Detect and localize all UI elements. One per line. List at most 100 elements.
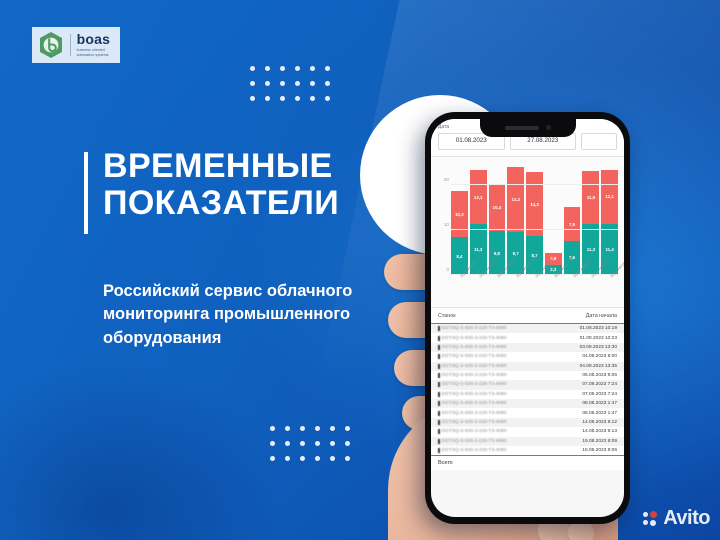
dot — [310, 81, 315, 86]
logo-divider — [70, 34, 71, 56]
table-row[interactable]: DGTSQ-S-500-3-220-T3-4090 14.08.2023 8:12 — [431, 417, 624, 428]
table-cell-start-date: 14.08.2023 8:13 — [582, 429, 617, 435]
poster-canvas: boas business oriented automation system… — [0, 0, 720, 540]
dot — [270, 441, 275, 446]
dot — [285, 426, 290, 431]
table-cell-machine: DGTSQ-S-500-3-220-T3-4090 — [438, 363, 507, 369]
front-camera-icon — [545, 125, 551, 130]
data-table: Станок Дата начала DGTSQ-S-500-3-220-T3-… — [431, 307, 624, 471]
table-cell-machine: DGTSQ-S-500-3-220-T3-4090 — [438, 429, 506, 435]
table-row[interactable]: DGTSQ-S-500-3-220-T3-4090 07.08.2023 7:24 — [431, 380, 624, 390]
table-cell-machine: DGTSQ-S-500-3-220-T3-4090 — [438, 438, 507, 444]
dot — [325, 81, 330, 86]
earpiece-speaker — [504, 125, 539, 130]
table-row[interactable]: DGTSQ-S-500-3-220-T3-4090 08.08.2023 1:47 — [431, 399, 624, 409]
dot — [280, 96, 285, 101]
machine-label: DGTSQ-S-500-3-220-T3-4090 — [441, 326, 507, 332]
logo-tagline: business oriented automation systems — [76, 47, 109, 57]
table-cell-machine: DGTSQ-S-500-3-220-T3-4090 — [438, 410, 507, 416]
table-cell-machine: DGTSQ-S-500-3-220-T3-4090 — [438, 373, 507, 379]
table-cell-machine: DGTSQ-S-500-3-220-T3-4090 — [438, 448, 506, 454]
chart-bar-column[interactable]: 10,3 8,4 — [451, 163, 468, 275]
avito-label: Avito — [663, 507, 710, 529]
table-cell-start-date: 15.08.2023 8:06 — [582, 448, 617, 454]
table-row[interactable]: DGTSQ-S-500-3-220-T3-4090 05.08.2023 8:06 — [431, 371, 624, 380]
table-row[interactable]: DGTSQ-S-500-3-220-T3-4090 15.08.2023 8:06 — [431, 446, 624, 455]
machine-label: DGTSQ-S-500-3-220-T3-4090 — [441, 363, 507, 369]
dot — [310, 66, 315, 71]
table-row[interactable]: DGTSQ-S-500-3-220-T3-4090 03.08.2023 13:3… — [431, 342, 624, 353]
table-row[interactable]: DGTSQ-S-500-3-220-T3-4090 01.08.2023 10:2… — [431, 333, 624, 342]
table-cell-start-date: 07.08.2023 7:24 — [582, 391, 617, 397]
chart-y-tick: 20 — [443, 177, 449, 183]
dot — [300, 426, 305, 431]
chart-y-tick: 10 — [443, 222, 449, 228]
dot — [270, 426, 275, 431]
machine-marker-icon — [438, 354, 440, 360]
machine-label: DGTSQ-S-500-3-220-T3-4090 — [441, 401, 507, 407]
table-cell-start-date: 03.08.2023 13:30 — [579, 344, 617, 350]
machine-label: DGTSQ-S-500-3-220-T3-4090 — [441, 354, 507, 360]
chart-bar-segment-red: 14,3 — [507, 167, 525, 232]
brand-logo: boas business oriented automation system… — [32, 27, 120, 63]
table-row[interactable]: DGTSQ-S-500-3-220-T3-4090 15.08.2023 8:09 — [431, 436, 624, 446]
table-row[interactable]: DGTSQ-S-500-3-220-T3-4090 04.08.2023 8:00 — [431, 352, 624, 361]
table-cell-start-date: 04.08.2023 8:00 — [582, 354, 617, 360]
table-row[interactable]: DGTSQ-S-500-3-220-T3-4090 07.08.2023 7:24 — [431, 390, 624, 399]
chart-bar-segment-red: 10,4 — [488, 184, 506, 232]
chart-bar-column[interactable]: 2,6 2,3 — [544, 163, 562, 275]
machine-marker-icon — [438, 335, 440, 341]
machine-label: DGTSQ-S-500-3-220-T3-4090 — [441, 419, 507, 425]
machine-label: DGTSQ-S-500-3-220-T3-4090 — [441, 391, 507, 397]
phone-device: Дата 01.08.2023 27.08.2023 10,3 8,4 12,1 11… — [425, 112, 630, 524]
table-cell-start-date: 05.08.2023 8:06 — [582, 373, 617, 379]
dot — [285, 456, 290, 461]
chart-bar-segment-red: 12,1 — [601, 169, 619, 224]
table-row[interactable]: DGTSQ-S-500-3-220-T3-4090 14.08.2023 8:13 — [431, 427, 624, 436]
page-title: ВРЕМЕННЫЕ ПОКАЗАТЕЛИ — [103, 148, 413, 221]
machine-label: DGTSQ-S-500-3-220-T3-4090 — [441, 335, 507, 341]
table-cell-start-date: 04.08.2023 13:35 — [579, 363, 617, 369]
dot — [250, 96, 255, 101]
table-row[interactable]: DGTSQ-S-500-3-220-T3-4090 01.08.2023 10:1… — [431, 324, 624, 334]
column-header-start-date: Дата начала — [585, 313, 617, 319]
table-header-row: Станок Дата начала — [431, 308, 624, 324]
phone-notch — [479, 119, 576, 137]
chart-x-axis-labels: 2023 Август 1 2023 Август 2 2023 Август 32… — [451, 257, 624, 309]
table-cell-machine: DGTSQ-S-500-3-220-T3-4090 — [438, 335, 507, 341]
machine-marker-icon — [438, 326, 440, 332]
background-corner-shade — [0, 360, 280, 540]
machine-marker-icon — [438, 373, 440, 379]
table-cell-start-date: 14.08.2023 8:12 — [582, 419, 617, 425]
machine-marker-icon — [438, 382, 440, 388]
dot — [295, 96, 300, 101]
chart-gridline — [451, 229, 618, 231]
headline-rule — [84, 152, 88, 234]
chart-bar-segment-red: 10,3 — [451, 191, 468, 238]
table-row[interactable]: DGTSQ-S-500-3-220-T3-4090 04.08.2023 13:3… — [431, 361, 624, 371]
dot — [265, 96, 270, 101]
table-body: DGTSQ-S-500-3-220-T3-4090 01.08.2023 10:1… — [431, 324, 624, 455]
table-cell-start-date: 15.08.2023 8:09 — [582, 438, 617, 444]
table-cell-machine: DGTSQ-S-500-3-220-T3-4090 — [438, 344, 506, 350]
machine-marker-icon — [438, 363, 440, 369]
table-cell-machine: DGTSQ-S-500-3-220-T3-4090 — [438, 354, 507, 360]
table-cell-machine: DGTSQ-S-500-3-220-T3-4090 — [438, 391, 507, 397]
dot — [295, 66, 300, 71]
date-filter-extra[interactable] — [581, 133, 617, 150]
dot — [280, 66, 285, 71]
dot — [315, 456, 320, 461]
dot — [265, 81, 270, 86]
table-cell-start-date: 01.08.2023 10:19 — [579, 326, 617, 332]
dot — [315, 426, 320, 431]
table-cell-start-date: 08.08.2023 1:47 — [582, 401, 617, 407]
dot — [300, 441, 305, 446]
machine-label: DGTSQ-S-500-3-220-T3-4090 — [441, 373, 507, 379]
machine-label: DGTSQ-S-500-3-220-T3-4090 — [441, 410, 507, 416]
machine-marker-icon — [438, 344, 440, 350]
page-title-line2: ПОКАЗАТЕЛИ — [103, 183, 340, 222]
table-row[interactable]: DGTSQ-S-500-3-220-T3-4090 08.08.2023 1:47 — [431, 408, 624, 417]
dot — [270, 456, 275, 461]
machine-label: DGTSQ-S-500-3-220-T3-4090 — [441, 438, 507, 444]
chart-y-tick: 0 — [446, 267, 449, 272]
